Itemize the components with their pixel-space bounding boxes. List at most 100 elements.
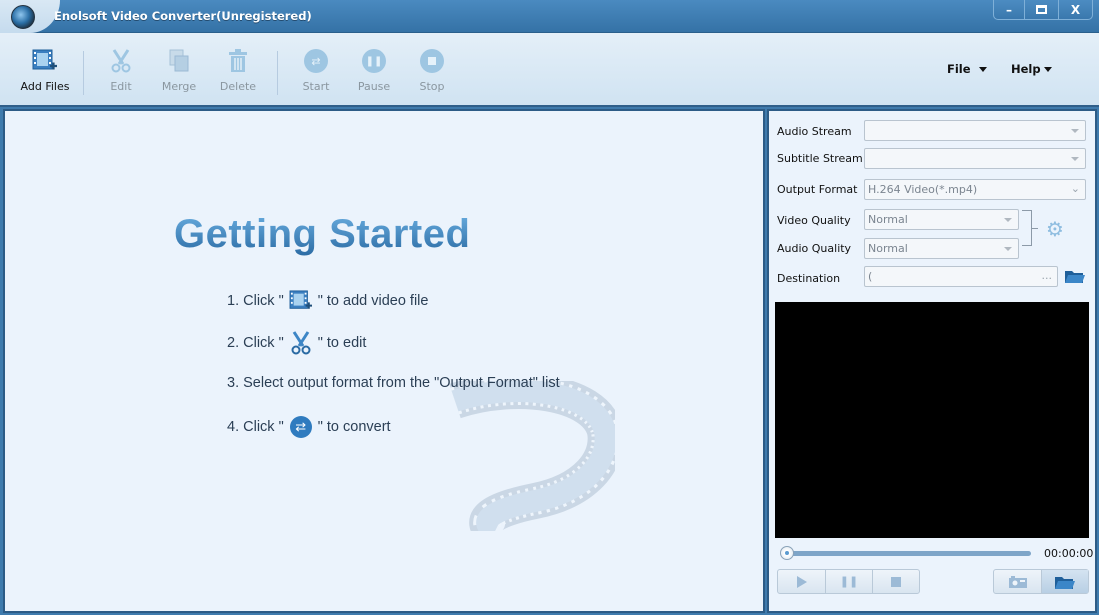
stop-icon [891,576,901,587]
audio-stream-select[interactable] [864,120,1086,141]
file-list-pane[interactable]: Getting Started 1. Click " " to add vide… [3,109,765,613]
stop-button[interactable]: Stop [403,47,461,93]
gear-icon[interactable]: ⚙ [1044,219,1066,241]
toolbar-separator [83,51,84,95]
pause-label: Pause [357,80,391,93]
minimize-icon: – [1006,2,1012,17]
scissors-icon [288,331,314,355]
camera-icon [1008,575,1027,588]
destination-input[interactable]: ( ... [864,266,1058,287]
quality-bracket-tick [1032,228,1038,229]
playback-controls: ❚❚ [777,569,920,594]
seek-slider[interactable] [785,551,1031,556]
window-controls: – X [993,0,1093,20]
delete-button[interactable]: Delete [209,47,267,93]
start-label: Start [302,80,330,93]
stop-label: Stop [419,80,445,93]
start-button[interactable]: ⇄ Start [287,47,345,93]
toolbar: Add Files Edit Merge Delete ⇄ Start ❚❚ P… [0,33,1099,107]
stop-icon [418,47,446,75]
audio-quality-select[interactable]: Normal [864,238,1019,259]
toolbar-separator [277,51,278,95]
delete-label: Delete [219,80,257,93]
subtitle-stream-label: Subtitle Stream [777,152,863,165]
window-title: Enolsoft Video Converter(Unregistered) [54,9,312,23]
seek-slider-handle[interactable] [780,546,794,560]
chevron-down-icon [1004,218,1012,222]
merge-button[interactable]: Merge [150,47,208,93]
title-bar: Enolsoft Video Converter(Unregistered) –… [0,0,1099,33]
destination-label: Destination [777,272,841,285]
output-format-value: H.264 Video(*.mp4) [868,183,978,196]
step-4-suffix: " to convert [317,419,391,435]
chevron-down-icon [1071,157,1079,161]
edit-button[interactable]: Edit [92,47,150,93]
step-1: 1. Click " " to add video file [227,289,428,313]
scissors-icon [107,47,135,75]
minimize-button[interactable]: – [994,0,1024,19]
browse-dots[interactable]: ... [1042,269,1053,282]
help-menu-label: Help [1011,62,1041,76]
getting-started-title: Getting Started [174,212,471,256]
step-1-prefix: 1. Click " [227,293,284,309]
step-4-prefix: 4. Click " [227,419,284,435]
chevron-down-icon [1071,129,1079,133]
video-quality-label: Video Quality [777,214,851,227]
audio-quality-label: Audio Quality [777,242,852,255]
film-reel-watermark-icon [449,381,615,531]
chevron-down-icon [1004,247,1012,251]
file-menu[interactable]: File [947,62,987,76]
trash-icon [224,47,252,75]
close-icon: X [1070,2,1081,17]
merge-label: Merge [161,80,197,93]
video-preview [775,302,1089,538]
step-2-suffix: " to edit [317,335,367,351]
subtitle-stream-select[interactable] [864,148,1086,169]
step-4: 4. Click " ⇄ " to convert [227,415,391,439]
add-files-icon [31,47,59,75]
video-quality-value: Normal [868,213,908,226]
output-format-label: Output Format [777,183,858,196]
open-folder-icon[interactable] [1065,269,1085,283]
step-3: 3. Select output format from the "Output… [227,375,560,391]
time-display: 00:00:00 [1044,547,1094,560]
settings-pane: Audio Stream Subtitle Stream Output Form… [767,109,1097,613]
step-3-text: 3. Select output format from the "Output… [227,375,560,391]
file-menu-label: File [947,62,971,76]
output-format-select[interactable]: H.264 Video(*.mp4) ⌄ [864,179,1086,200]
chevron-down-icon: ⌄ [1070,182,1080,195]
step-2-prefix: 2. Click " [227,335,284,351]
help-menu[interactable]: Help [1011,62,1052,76]
pause-button[interactable]: ❚❚ Pause [345,47,403,93]
play-button[interactable] [778,570,825,593]
convert-icon: ⇄ [302,47,330,75]
audio-quality-value: Normal [868,242,908,255]
chevron-down-icon [1043,67,1052,72]
step-2: 2. Click " " to edit [227,331,366,355]
maximize-button[interactable] [1024,0,1058,19]
snapshot-controls [993,569,1089,594]
edit-label: Edit [110,80,132,93]
convert-icon: ⇄ [288,415,314,439]
stop-button[interactable] [872,570,919,593]
maximize-icon [1036,5,1047,14]
open-snapshot-folder-button[interactable] [1041,570,1088,593]
pause-button[interactable]: ❚❚ [825,570,872,593]
pause-icon: ❚❚ [360,47,388,75]
audio-stream-label: Audio Stream [777,125,852,138]
destination-value: ( [868,270,873,283]
merge-icon [165,47,193,75]
add-files-label: Add Files [20,80,70,93]
add-files-icon [288,289,314,313]
quality-bracket [1022,210,1032,246]
close-button[interactable]: X [1058,0,1092,19]
add-files-button[interactable]: Add Files [16,47,74,93]
chevron-down-icon [978,67,987,72]
video-quality-select[interactable]: Normal [864,209,1019,230]
app-logo-icon [11,5,35,29]
step-1-suffix: " to add video file [317,293,429,309]
snapshot-button[interactable] [994,570,1041,593]
play-icon [796,575,807,588]
open-folder-icon [1055,576,1075,589]
pause-icon: ❚❚ [839,575,859,588]
